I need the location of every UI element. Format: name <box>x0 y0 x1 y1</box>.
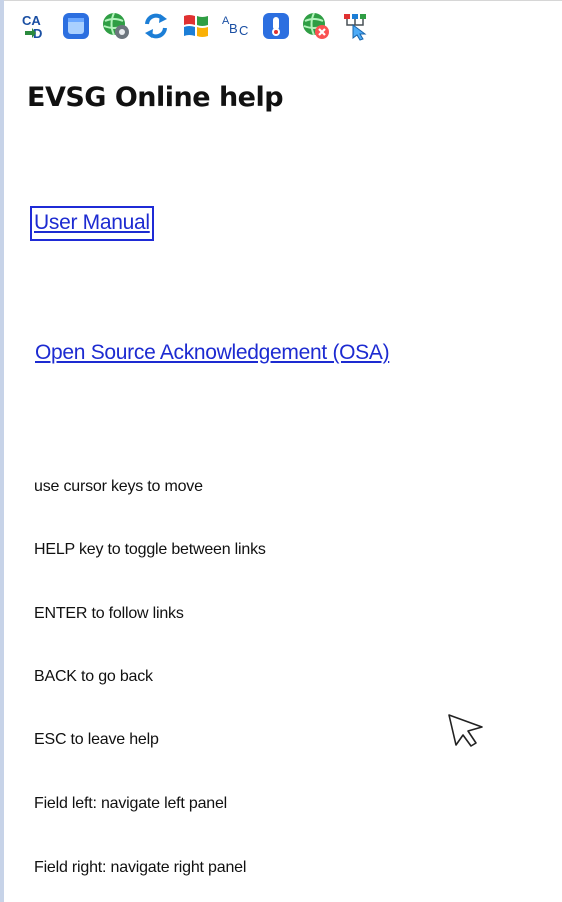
mouse-pointer-icon <box>448 714 483 747</box>
page-title: EVSG Online help <box>27 82 284 113</box>
left-border <box>0 0 4 902</box>
help-instruction: ESC to leave help <box>34 731 159 748</box>
svg-text:B: B <box>229 21 238 36</box>
help-instruction: use cursor keys to move <box>34 478 203 495</box>
windows-flag-icon[interactable] <box>180 10 212 42</box>
tree-pointer-icon[interactable] <box>340 10 372 42</box>
top-border <box>4 0 562 1</box>
globe-cancel-icon[interactable] <box>300 10 332 42</box>
thermometer-info-icon[interactable] <box>260 10 292 42</box>
abc-text-icon[interactable]: A B C <box>220 10 252 42</box>
help-instruction: Field right: navigate right panel <box>34 859 247 876</box>
osa-link[interactable]: Open Source Acknowledgement (OSA) <box>35 341 390 365</box>
globe-gear-icon[interactable] <box>100 10 132 42</box>
help-instruction: HELP key to toggle between links <box>34 541 266 558</box>
help-instruction: Field left: navigate left panel <box>34 795 228 812</box>
help-instruction: ENTER to follow links <box>34 605 184 622</box>
window-icon[interactable] <box>60 10 92 42</box>
user-manual-link[interactable]: User Manual <box>30 206 154 241</box>
help-instruction: BACK to go back <box>34 668 153 685</box>
refresh-icon[interactable] <box>140 10 172 42</box>
svg-text:C: C <box>239 23 248 38</box>
toolbar: CA D A B C <box>20 6 372 46</box>
cad-arrow-icon[interactable]: CA D <box>20 10 52 42</box>
